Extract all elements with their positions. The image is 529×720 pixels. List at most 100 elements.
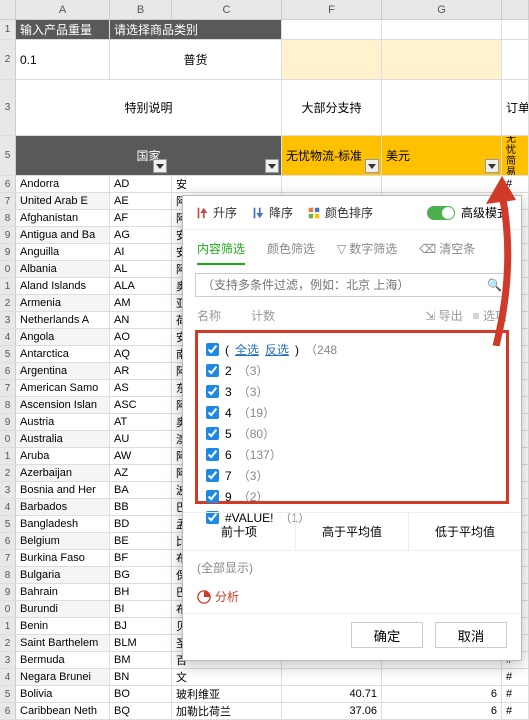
row-number[interactable]: 9 xyxy=(0,244,16,260)
filter-checkbox[interactable] xyxy=(206,343,219,356)
tab-clear-filter[interactable]: ⌫清空条 xyxy=(419,240,475,265)
cell-country[interactable]: Aruba xyxy=(16,448,110,464)
row-number[interactable]: 6 xyxy=(0,363,16,379)
cell[interactable] xyxy=(382,80,502,135)
header-order[interactable]: 订单 xyxy=(502,80,529,135)
cell-code[interactable]: ASC xyxy=(110,397,172,413)
tab-content-filter[interactable]: 内容筛选 xyxy=(197,240,245,265)
cell-country[interactable]: Belgium xyxy=(16,533,110,549)
cell-code[interactable]: BE xyxy=(110,533,172,549)
row-number[interactable]: 1 xyxy=(0,20,16,39)
cell-code[interactable]: BH xyxy=(110,584,172,600)
cell[interactable] xyxy=(502,20,529,39)
cell-country[interactable]: Antigua and Ba xyxy=(16,227,110,243)
cell-code[interactable]: AQ xyxy=(110,346,172,362)
col-header-b[interactable]: B xyxy=(110,0,172,19)
col-header-f[interactable]: F xyxy=(282,0,382,19)
cell-country[interactable]: Negara Brunei xyxy=(16,669,110,685)
row-number[interactable]: 3 xyxy=(0,312,16,328)
cell-code[interactable]: AL xyxy=(110,261,172,277)
tab-color-filter[interactable]: 颜色筛选 xyxy=(267,240,315,265)
row-number[interactable]: 5 xyxy=(0,516,16,532)
cell-weight-value[interactable]: 0.1 xyxy=(16,40,110,79)
cell-days[interactable]: 6 xyxy=(382,686,502,702)
cell-country[interactable]: Argentina xyxy=(16,363,110,379)
row-number[interactable]: 0 xyxy=(0,261,16,277)
cell[interactable] xyxy=(382,20,502,39)
row-number[interactable]: 2 xyxy=(0,40,16,79)
row-number[interactable]: 7 xyxy=(0,380,16,396)
sort-asc-button[interactable]: 升序 xyxy=(195,204,237,221)
cell-code[interactable]: AG xyxy=(110,227,172,243)
cell-cn[interactable]: 加勒比荷兰 xyxy=(172,703,282,719)
cancel-button[interactable]: 取消 xyxy=(435,622,507,648)
row-number[interactable]: 6 xyxy=(0,176,16,192)
row-number[interactable]: 2 xyxy=(0,635,16,651)
row-number[interactable]: 3 xyxy=(0,80,16,135)
cell-country[interactable]: Aland Islands xyxy=(16,278,110,294)
col-header-c[interactable]: C xyxy=(172,0,282,19)
select-all-link[interactable]: 全选 xyxy=(235,341,259,358)
cell-country[interactable]: Benin xyxy=(16,618,110,634)
cell-country[interactable]: Bosnia and Her xyxy=(16,482,110,498)
col-header-a[interactable]: A xyxy=(16,0,110,19)
cell-code[interactable]: BB xyxy=(110,499,172,515)
filter-checkbox[interactable] xyxy=(206,427,219,440)
cell-code[interactable]: BD xyxy=(110,516,172,532)
row-number[interactable]: 8 xyxy=(0,567,16,583)
cell-country[interactable]: Anguilla xyxy=(16,244,110,260)
cell-country[interactable]: Andorra xyxy=(16,176,110,192)
cell-country[interactable]: Armenia xyxy=(16,295,110,311)
filter-value-item[interactable]: 9 （2） xyxy=(206,486,498,507)
cell-country[interactable]: Burundi xyxy=(16,601,110,617)
cell-code[interactable]: AT xyxy=(110,414,172,430)
row-number[interactable]: 1 xyxy=(0,618,16,634)
filter-value-item[interactable]: 7 （3） xyxy=(206,465,498,486)
row-number[interactable]: 8 xyxy=(0,210,16,226)
row-number[interactable]: 3 xyxy=(0,652,16,668)
row-number[interactable]: 4 xyxy=(0,329,16,345)
filter-checkbox[interactable] xyxy=(206,469,219,482)
quick-above-avg[interactable]: 高于平均值 xyxy=(296,513,409,550)
ok-button[interactable]: 确定 xyxy=(351,622,423,648)
cell-code[interactable]: AO xyxy=(110,329,172,345)
header-note[interactable]: 特别说明 xyxy=(16,80,282,135)
cell-code[interactable]: AR xyxy=(110,363,172,379)
cell[interactable]: # xyxy=(502,176,529,192)
row-number[interactable]: 1 xyxy=(0,448,16,464)
filter-value-item[interactable]: 5 （80） xyxy=(206,423,498,444)
cell-code[interactable]: AF xyxy=(110,210,172,226)
row-number[interactable]: 9 xyxy=(0,584,16,600)
cell-code[interactable]: BQ xyxy=(110,703,172,719)
cell-code[interactable]: AM xyxy=(110,295,172,311)
color-sort-button[interactable]: 颜色排序 xyxy=(307,204,373,221)
corner-cell[interactable] xyxy=(0,0,16,19)
cell[interactable] xyxy=(282,176,382,192)
cell-country[interactable]: Azerbaijan xyxy=(16,465,110,481)
cell-country[interactable]: Bolivia xyxy=(16,686,110,702)
show-all-link[interactable]: (全部显示) xyxy=(183,551,521,584)
cell-code[interactable]: BJ xyxy=(110,618,172,634)
filter-checkbox[interactable] xyxy=(206,448,219,461)
advanced-mode-toggle[interactable]: 高级模式 xyxy=(427,204,509,221)
filter-checkbox[interactable] xyxy=(206,406,219,419)
cell[interactable] xyxy=(382,669,502,685)
invert-link[interactable]: 反选 xyxy=(265,341,289,358)
row-number[interactable]: 6 xyxy=(0,703,16,719)
cell[interactable] xyxy=(502,40,529,79)
cell-code[interactable]: BM xyxy=(110,652,172,668)
cell-country[interactable]: Ascension Islan xyxy=(16,397,110,413)
cell[interactable] xyxy=(382,176,502,192)
cell[interactable]: # xyxy=(502,669,529,685)
export-button[interactable]: ⇲ 导出 xyxy=(425,307,462,324)
cell-country[interactable]: Burkina Faso xyxy=(16,550,110,566)
cell-code[interactable]: BA xyxy=(110,482,172,498)
row-number[interactable]: 5 xyxy=(0,686,16,702)
row-number[interactable]: 5 xyxy=(0,136,16,175)
row-number[interactable]: 5 xyxy=(0,346,16,362)
cell-country[interactable]: United Arab E xyxy=(16,193,110,209)
filter-search-input[interactable] xyxy=(202,278,487,292)
cell-cn[interactable]: 玻利维亚 xyxy=(172,686,282,702)
cell-code[interactable]: AD xyxy=(110,176,172,192)
filter-value-item[interactable]: (全选 反选) （248 xyxy=(206,339,498,360)
